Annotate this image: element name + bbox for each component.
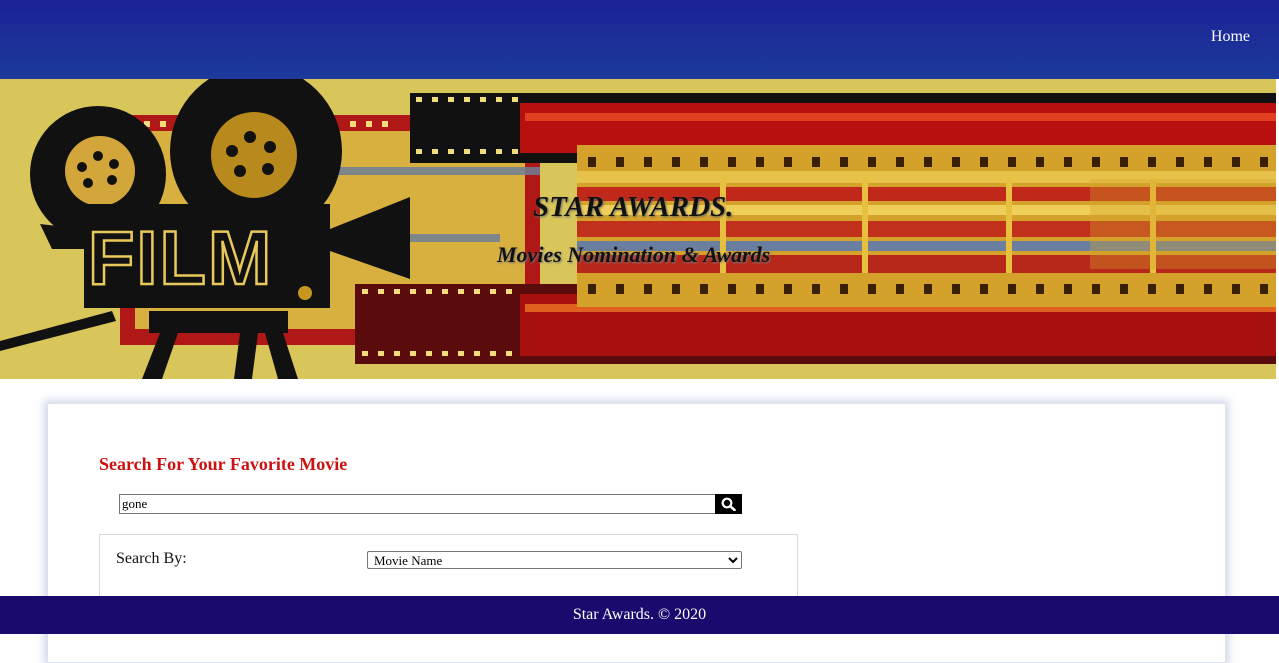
search-by-select[interactable]: Movie Name bbox=[367, 551, 742, 569]
site-title: STAR AWARDS. bbox=[533, 191, 734, 223]
footer: Star Awards. © 2020 bbox=[0, 596, 1279, 634]
search-button[interactable] bbox=[715, 494, 742, 514]
search-by-label: Search By: bbox=[116, 550, 187, 567]
film-logo-text: FILM bbox=[88, 216, 273, 301]
nav-home-link[interactable]: Home bbox=[1211, 28, 1250, 46]
search-icon bbox=[721, 497, 736, 511]
site-subtitle: Movies Nomination & Awards bbox=[497, 242, 771, 267]
search-heading: Search For Your Favorite Movie bbox=[99, 454, 348, 474]
film-banner-illustration: FILM bbox=[0, 79, 1276, 379]
footer-copyright: Star Awards. © 2020 bbox=[572, 606, 707, 623]
search-input[interactable] bbox=[119, 494, 716, 514]
top-navbar: Home bbox=[0, 0, 1279, 79]
hero-banner: FILM STAR AWARDS. Movies Nomination & Aw… bbox=[0, 79, 1276, 379]
